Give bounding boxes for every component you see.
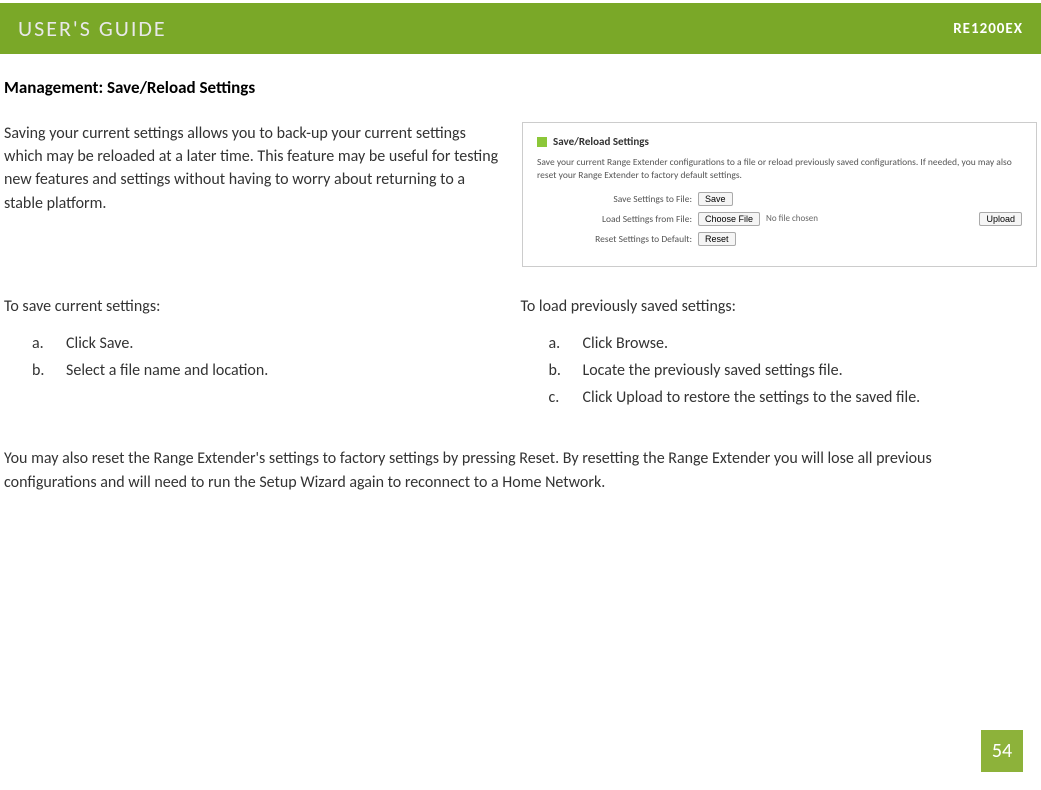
save-to-file-label: Save Settings to File: bbox=[537, 193, 692, 205]
load-instructions-title: To load previously saved settings: bbox=[521, 297, 1038, 316]
panel-field-save: Save Settings to File: Save bbox=[537, 192, 1022, 206]
guide-title: USER'S GUIDE bbox=[18, 15, 167, 42]
list-text: Click Browse. bbox=[583, 330, 668, 357]
list-text: Select a file name and location. bbox=[66, 357, 268, 384]
product-model: RE1200EX bbox=[953, 20, 1023, 38]
load-from-file-label: Load Settings from File: bbox=[537, 213, 692, 225]
list-marker: a. bbox=[549, 330, 567, 357]
instructions-columns: To save current settings: a. Click Save.… bbox=[4, 297, 1037, 412]
page-content: Management: Save/Reload Settings Saving … bbox=[0, 57, 1041, 495]
save-instructions-title: To save current settings: bbox=[4, 297, 521, 316]
list-text: Locate the previously saved settings fil… bbox=[583, 357, 843, 384]
load-column: To load previously saved settings: a. Cl… bbox=[521, 297, 1038, 412]
list-marker: c. bbox=[549, 384, 567, 411]
panel-title-icon bbox=[537, 137, 547, 147]
load-steps-list: a. Click Browse. b. Locate the previousl… bbox=[521, 330, 1038, 412]
reset-button[interactable]: Reset bbox=[698, 232, 736, 246]
intro-text: Saving your current settings allows you … bbox=[4, 122, 504, 267]
save-steps-list: a. Click Save. b. Select a file name and… bbox=[4, 330, 521, 384]
list-item: a. Click Browse. bbox=[549, 330, 1038, 357]
intro-row: Saving your current settings allows you … bbox=[4, 122, 1037, 267]
panel-title: Save/Reload Settings bbox=[553, 135, 649, 148]
panel-field-load: Load Settings from File: Choose File No … bbox=[537, 212, 1022, 226]
header-bar: USER'S GUIDE RE1200EX bbox=[0, 0, 1041, 57]
section-title: Management: Save/Reload Settings bbox=[4, 77, 1037, 98]
panel-description: Save your current Range Extender configu… bbox=[537, 156, 1022, 182]
page-number: 54 bbox=[981, 730, 1023, 772]
list-item: b. Select a file name and location. bbox=[32, 357, 521, 384]
no-file-chosen-text: No file chosen bbox=[766, 213, 818, 224]
list-item: a. Click Save. bbox=[32, 330, 521, 357]
reset-to-default-label: Reset Settings to Default: bbox=[537, 233, 692, 245]
list-text: Click Upload to restore the settings to … bbox=[583, 384, 921, 411]
list-item: c. Click Upload to restore the settings … bbox=[549, 384, 1038, 411]
upload-button[interactable]: Upload bbox=[979, 212, 1022, 226]
panel-title-row: Save/Reload Settings bbox=[537, 135, 1022, 148]
settings-panel: Save/Reload Settings Save your current R… bbox=[522, 122, 1037, 267]
panel-field-reset: Reset Settings to Default: Reset bbox=[537, 232, 1022, 246]
reset-note-text: You may also reset the Range Extender's … bbox=[4, 447, 1037, 495]
list-marker: b. bbox=[549, 357, 567, 384]
choose-file-button[interactable]: Choose File bbox=[698, 212, 760, 226]
list-marker: a. bbox=[32, 330, 50, 357]
save-button[interactable]: Save bbox=[698, 192, 733, 206]
list-item: b. Locate the previously saved settings … bbox=[549, 357, 1038, 384]
save-column: To save current settings: a. Click Save.… bbox=[4, 297, 521, 412]
list-marker: b. bbox=[32, 357, 50, 384]
list-text: Click Save. bbox=[66, 330, 133, 357]
